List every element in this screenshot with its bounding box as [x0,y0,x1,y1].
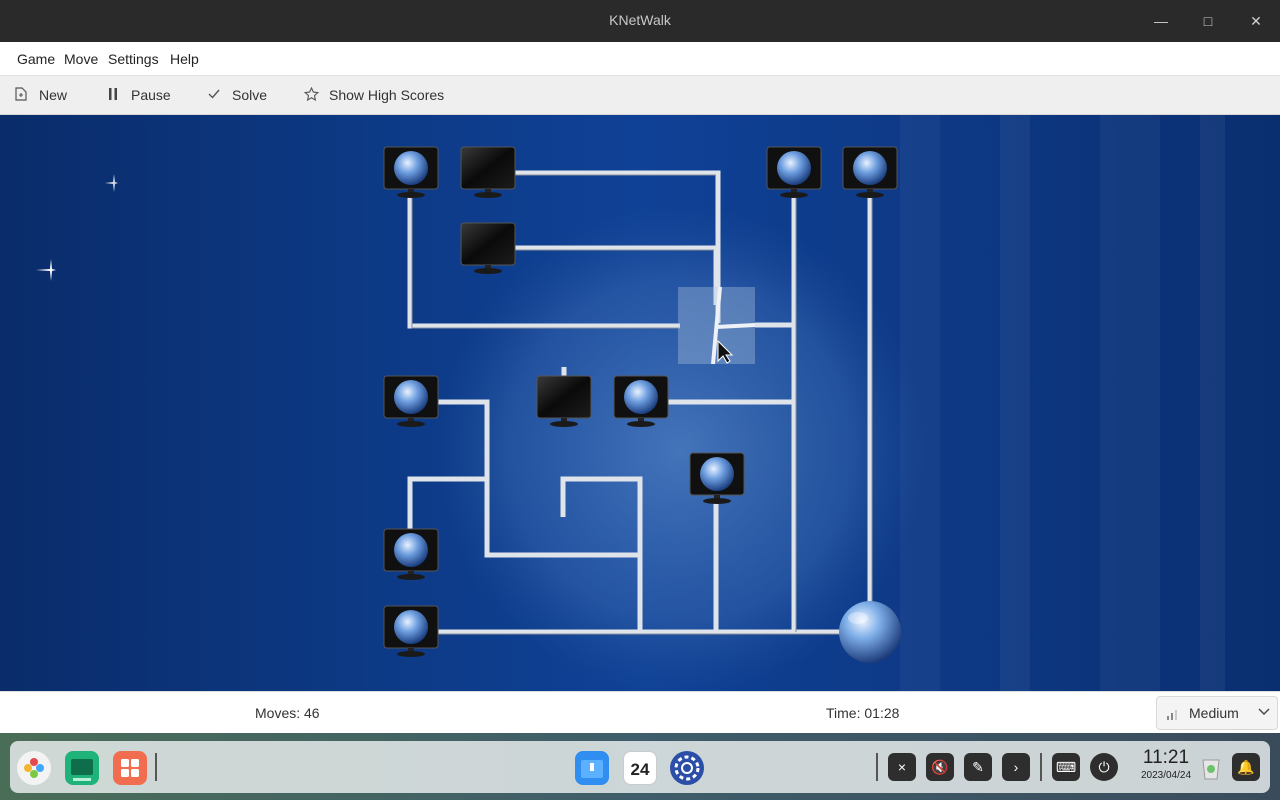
difficulty-bars-icon [1167,707,1177,723]
time-counter: Time: 01:28 [826,705,900,721]
taskbar: 24 × 🔇 ✎ › ⌨ ⏻ 11:21 2023/04/24 🔔 [0,733,1280,800]
chevron-down-icon [1257,704,1271,721]
show-high-scores-button[interactable]: Show High Scores [303,86,445,103]
statusbar: Moves: 46 Time: 01:28 Medium [0,691,1280,733]
computer-node-lit[interactable] [383,146,439,198]
window-titlebar: KNetWalk — □ ✕ [0,0,1280,42]
notification-blocked-icon[interactable]: × [888,753,916,781]
maximize-icon[interactable]: □ [1195,8,1221,34]
pause-label: Pause [131,87,171,103]
menu-game[interactable]: Game [17,51,55,67]
launcher-icon[interactable] [17,751,51,785]
moves-counter: Moves: 46 [255,705,320,721]
menu-settings[interactable]: Settings [108,51,159,67]
clock-date: 2023/04/24 [1140,770,1192,781]
dock: 24 × 🔇 ✎ › ⌨ ⏻ 11:21 2023/04/24 🔔 [10,741,1270,793]
mute-icon[interactable]: 🔇 [926,753,954,781]
file-manager-icon[interactable] [575,751,609,785]
app-store-icon[interactable] [113,751,147,785]
clock[interactable]: 11:21 2023/04/24 [1138,747,1194,781]
menubar: Game Move Settings Help [0,42,1280,76]
computer-node-unlit[interactable] [460,146,516,198]
pen-off-icon[interactable]: ✎ [964,753,992,781]
computer-node-lit[interactable] [383,605,439,657]
bell-icon[interactable]: 🔔 [1232,753,1260,781]
computer-node-lit[interactable] [383,375,439,427]
new-button[interactable]: New [13,87,67,103]
game-board-canvas [36,115,1225,691]
show-high-scores-label: Show High Scores [329,87,445,103]
calendar-icon[interactable]: 24 [623,751,657,785]
new-label: New [39,87,68,103]
chevron-right-icon[interactable]: › [1002,753,1030,781]
computer-node-lit[interactable] [842,146,898,198]
game-board[interactable] [0,115,1280,691]
server-node[interactable] [839,601,901,663]
solve-label: Solve [232,87,268,103]
difficulty-select[interactable]: Medium [1156,696,1278,730]
tray-separator-2 [1040,753,1042,781]
menu-move[interactable]: Move [64,51,98,67]
settings-icon[interactable] [670,751,704,785]
tray-separator [876,753,878,781]
close-icon[interactable]: ✕ [1243,8,1269,34]
solve-button[interactable]: Solve [206,87,267,103]
power-icon[interactable]: ⏻ [1090,753,1118,781]
calendar-day: 24 [630,760,650,779]
computer-node-lit[interactable] [383,528,439,580]
window-title: KNetWalk [609,12,671,28]
dock-separator [155,753,157,781]
computer-node-lit[interactable] [766,146,822,198]
pause-button[interactable]: Pause [105,87,171,103]
terminal-icon[interactable] [65,751,99,785]
minimize-icon[interactable]: — [1148,8,1174,34]
keyboard-icon[interactable]: ⌨ [1052,753,1080,781]
toolbar: New Pause Solve Show High Scores [0,76,1280,115]
difficulty-value: Medium [1189,705,1239,721]
star-icon [303,86,319,103]
pause-icon [105,87,121,103]
new-document-icon [13,87,29,103]
checkmark-icon [206,87,222,103]
menu-help[interactable]: Help [170,51,199,67]
clock-time: 11:21 [1142,747,1190,768]
trash-icon[interactable] [1194,751,1228,785]
computer-node-unlit[interactable] [460,222,516,274]
